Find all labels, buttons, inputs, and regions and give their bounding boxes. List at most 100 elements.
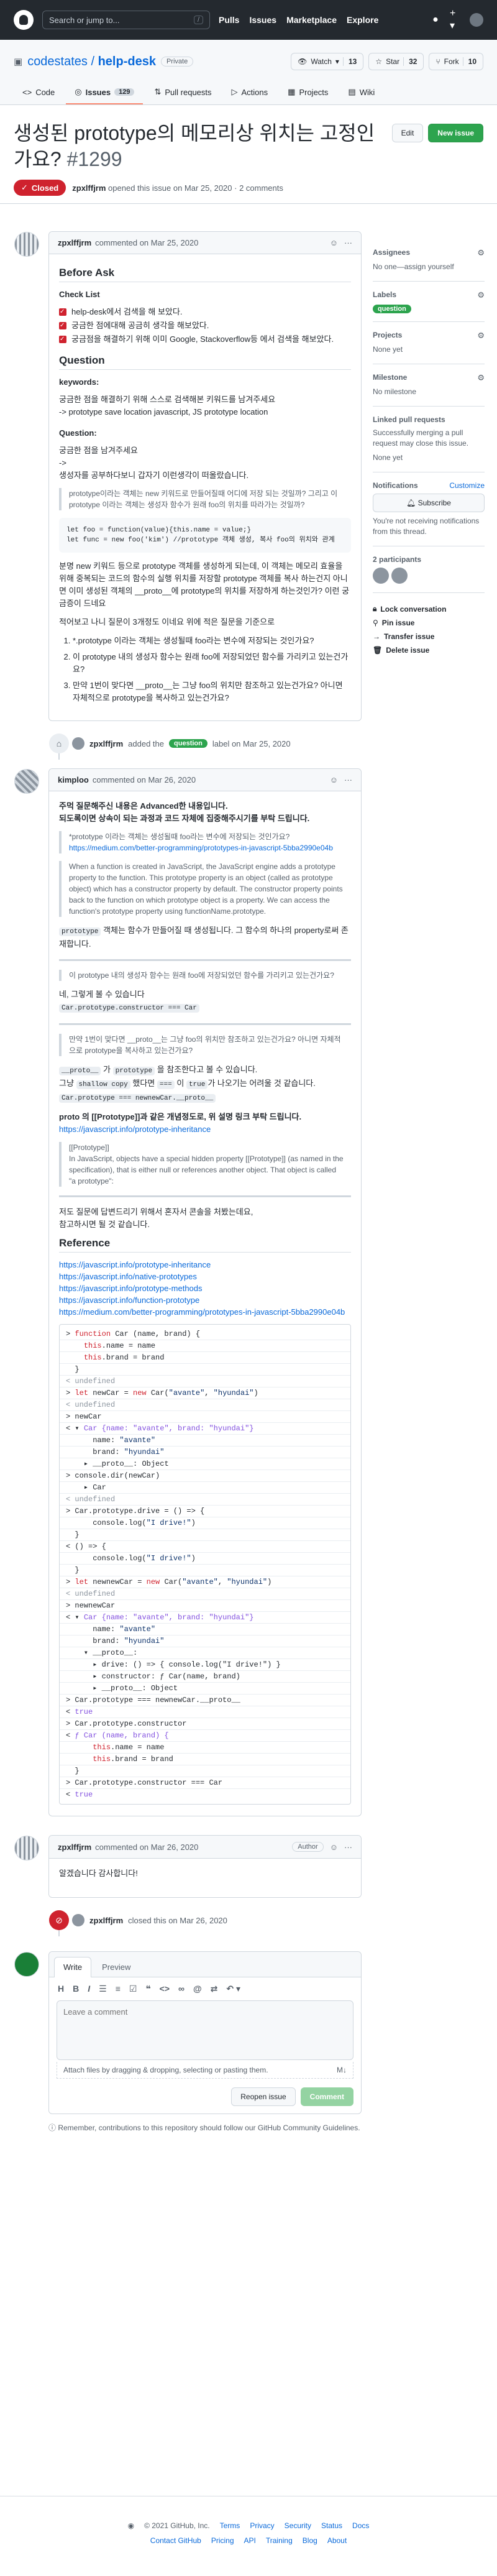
undo-icon[interactable]: ↶ ▾ [226, 1984, 240, 1994]
checkbox-icon[interactable] [59, 320, 66, 332]
user-avatar[interactable] [470, 13, 483, 27]
numbered-list-icon[interactable]: ≡ [116, 1984, 121, 1994]
smiley-icon[interactable]: ☺ [330, 775, 338, 784]
reference-link[interactable]: https://javascript.info/prototype-inheri… [59, 1259, 351, 1271]
reference-link[interactable]: https://javascript.info/function-prototy… [59, 1294, 351, 1306]
fork-button[interactable]: ⑂ Fork 10 [429, 53, 483, 70]
code-icon[interactable]: <> [160, 1984, 170, 1994]
attach-files-area[interactable]: Attach files by dragging & dropping, sel… [57, 2062, 353, 2079]
tab-actions[interactable]: ▷ Actions [223, 81, 277, 104]
reference-icon[interactable]: ⇄ [211, 1984, 218, 1994]
search-input[interactable]: Search or jump to... / [42, 11, 210, 29]
footer-link-status[interactable]: Status [321, 2521, 342, 2530]
avatar[interactable] [72, 1914, 84, 1926]
new-issue-button[interactable]: New issue [428, 124, 483, 142]
issue-author[interactable]: zpxlffjrm [72, 183, 106, 193]
plus-icon[interactable]: + ▾ [450, 8, 461, 31]
avatar[interactable] [373, 568, 389, 584]
avatar[interactable] [72, 737, 84, 750]
reference-link[interactable]: https://medium.com/better-programming/pr… [59, 1306, 351, 1318]
footer-link-terms[interactable]: Terms [220, 2521, 240, 2530]
smiley-icon[interactable]: ☺ [330, 1842, 338, 1852]
reference-link[interactable]: https://javascript.info/prototype-inheri… [59, 1123, 351, 1136]
tab-write[interactable]: Write [54, 1957, 92, 1977]
mention-icon[interactable]: @ [193, 1984, 202, 1994]
kebab-icon[interactable]: ··· [344, 1842, 352, 1852]
bold-icon[interactable]: B [73, 1984, 79, 1994]
watch-button[interactable]: 👁 Watch ▾ 13 [291, 53, 364, 70]
avatar[interactable] [14, 769, 39, 794]
reference-link[interactable]: https://javascript.info/prototype-method… [59, 1282, 351, 1294]
label-pill[interactable]: question [373, 305, 411, 313]
bell-icon[interactable]: ● [430, 14, 441, 25]
footer-link-training[interactable]: Training [266, 2536, 293, 2545]
tab-wiki[interactable]: ▤ Wiki [339, 81, 383, 104]
transfer-issue-link[interactable]: → Transfer issue [373, 632, 485, 641]
task-list-icon[interactable]: ☑ [129, 1984, 137, 1994]
footer-link-blog[interactable]: Blog [303, 2536, 317, 2545]
sidebar-value[interactable]: No one—assign yourself [373, 262, 485, 272]
footer-link-docs[interactable]: Docs [352, 2521, 369, 2530]
italic-icon[interactable]: I [88, 1984, 90, 1994]
nav-marketplace[interactable]: Marketplace [286, 15, 337, 25]
repo-owner-link[interactable]: codestates [27, 55, 88, 68]
subscribe-button[interactable]: 🔔︎ Subscribe [373, 494, 485, 512]
footer-link-about[interactable]: About [327, 2536, 347, 2545]
comment-author[interactable]: kimploo [58, 775, 89, 784]
footer-link-api[interactable]: API [244, 2536, 256, 2545]
star-button[interactable]: ☆ Star 32 [368, 53, 424, 70]
heading-icon[interactable]: H [58, 1984, 64, 1994]
quote-icon[interactable]: ❝ [145, 1984, 150, 1994]
footer-link-privacy[interactable]: Privacy [250, 2521, 274, 2530]
sidebar-linked-prs[interactable]: Linked pull requests Successfully mergin… [373, 407, 485, 472]
gear-icon[interactable]: ⚙ [477, 290, 485, 300]
nav-pulls[interactable]: Pulls [219, 15, 239, 25]
list-icon[interactable]: ☰ [99, 1984, 107, 1994]
footer-link-pricing[interactable]: Pricing [211, 2536, 234, 2545]
edit-button[interactable]: Edit [391, 124, 424, 142]
customize-link[interactable]: Customize [449, 481, 485, 490]
nav-explore[interactable]: Explore [347, 15, 378, 25]
gear-icon[interactable]: ⚙ [477, 248, 485, 258]
label-pill[interactable]: question [169, 739, 207, 748]
avatar[interactable] [14, 232, 39, 257]
reopen-issue-button[interactable]: Reopen issue [231, 2087, 296, 2106]
avatar[interactable] [391, 568, 408, 584]
sidebar-labels[interactable]: Labels ⚙ question [373, 282, 485, 322]
tab-code[interactable]: <> Code [14, 81, 63, 104]
sidebar-projects[interactable]: Projects ⚙ None yet [373, 322, 485, 364]
lock-conversation-link[interactable]: 🔒︎ Lock conversation [373, 604, 485, 614]
checkbox-icon[interactable] [59, 333, 66, 346]
tab-issues[interactable]: ◎ Issues 129 [66, 81, 144, 104]
gear-icon[interactable]: ⚙ [477, 331, 485, 341]
pin-issue-link[interactable]: ⚲ Pin issue [373, 619, 485, 627]
tab-preview[interactable]: Preview [93, 1957, 140, 1977]
tab-pull-requests[interactable]: ⇅ Pull requests [145, 81, 220, 104]
nav-issues[interactable]: Issues [249, 15, 276, 25]
reference-link[interactable]: https://javascript.info/native-prototype… [59, 1271, 351, 1282]
gear-icon[interactable]: ⚙ [477, 373, 485, 383]
tab-projects[interactable]: ▦ Projects [279, 81, 337, 104]
comment-button[interactable]: Comment [300, 2087, 353, 2106]
reference-link[interactable]: https://medium.com/better-programming/pr… [69, 842, 344, 853]
sidebar-milestone[interactable]: Milestone ⚙ No milestone [373, 364, 485, 407]
github-logo-icon[interactable] [14, 10, 34, 30]
footer-link-contact[interactable]: Contact GitHub [150, 2536, 201, 2545]
tab-label: Issues [85, 87, 111, 97]
footer-link-security[interactable]: Security [285, 2521, 311, 2530]
event-actor[interactable]: zpxlffjrm [89, 1916, 123, 1925]
sidebar-assignees[interactable]: Assignees ⚙ No one—assign yourself [373, 239, 485, 282]
event-actor[interactable]: zpxlffjrm [89, 739, 123, 748]
smiley-icon[interactable]: ☺ [330, 238, 338, 247]
comment-author[interactable]: zpxlffjrm [58, 1842, 91, 1852]
kebab-icon[interactable]: ··· [344, 238, 352, 247]
avatar[interactable] [14, 1836, 39, 1861]
link-icon[interactable]: ∞ [178, 1984, 185, 1994]
delete-issue-link[interactable]: 🗑︎ Delete issue [373, 646, 485, 655]
comment-textarea[interactable] [57, 2000, 353, 2060]
avatar[interactable] [14, 1952, 39, 1977]
checkbox-icon[interactable] [59, 306, 66, 318]
repo-name-link[interactable]: help-desk [98, 55, 156, 68]
kebab-icon[interactable]: ··· [344, 775, 352, 784]
comment-author[interactable]: zpxlffjrm [58, 238, 91, 247]
